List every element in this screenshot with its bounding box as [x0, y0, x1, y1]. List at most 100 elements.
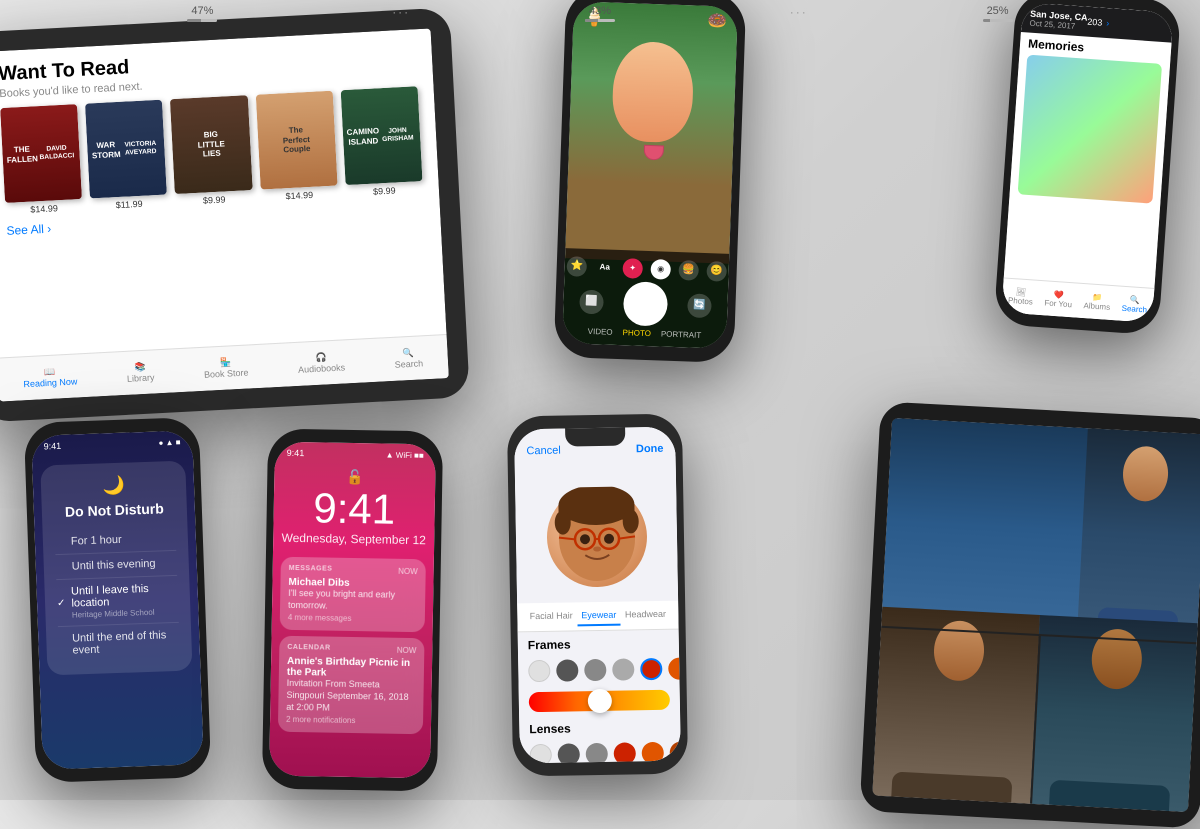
- frame-color-3[interactable]: [584, 659, 606, 681]
- mode-photo[interactable]: PHOTO: [622, 328, 651, 338]
- book-5[interactable]: CAMINOISLANDJOHN GRISHAM $9.99: [340, 86, 423, 198]
- memoji-lens-colors: [520, 738, 681, 764]
- camera-sticker-btn[interactable]: ⭐: [566, 256, 587, 277]
- books-nav-store[interactable]: 🏪Book Store: [203, 356, 249, 379]
- books-nav-library[interactable]: 📚Library: [126, 361, 155, 383]
- slider-thumb[interactable]: [587, 689, 611, 713]
- memoji-lenses-title: Lenses: [519, 716, 680, 741]
- photos-nav-photos[interactable]: 🖼Photos: [1008, 287, 1034, 307]
- camera-app: 🍦 🍩 ⭐ Aa ✦ ◉ 🍔 😊 ⬜ �: [562, 1, 738, 349]
- facetime-person3-bg: [1030, 615, 1198, 812]
- camera-flip-btn[interactable]: 🔄: [687, 293, 712, 318]
- memoji-screen: Cancel Done: [514, 427, 681, 764]
- iphone-photos-device: San Jose, CA Oct 25, 2017 203 › Memories…: [994, 0, 1182, 335]
- mode-portrait[interactable]: PORTRAIT: [661, 330, 702, 340]
- lens-color-6[interactable]: [670, 741, 681, 763]
- memoji-notch: [565, 428, 625, 447]
- memoji-tab-facial[interactable]: Facial Hair: [526, 606, 577, 627]
- facetime-screen: [872, 418, 1200, 812]
- photos-nav-albums[interactable]: 📁Albums: [1083, 292, 1111, 312]
- photos-nav-search[interactable]: 🔍Search: [1121, 295, 1148, 315]
- top-indicators: 47% ··· 43% ··· 25%: [0, 5, 1200, 22]
- facetime-person2-bg: [872, 607, 1040, 804]
- book-1[interactable]: THEFALLENDAVID BALDACCI $14.99: [0, 104, 83, 216]
- lens-color-5[interactable]: [642, 742, 664, 764]
- mode-video[interactable]: VIDEO: [588, 327, 613, 337]
- memoji-tab-eyewear[interactable]: Eyewear: [577, 606, 620, 627]
- books-nav-reading[interactable]: 📖Reading Now: [23, 365, 78, 389]
- pct-43: 43%: [585, 5, 615, 22]
- dnd-check-1: [55, 542, 71, 543]
- lens-color-2[interactable]: [558, 743, 580, 763]
- dnd-app: 9:41 ● ▲ ■ 🌙 Do Not Disturb For 1 hour U…: [31, 430, 204, 769]
- photos-nav-foryou[interactable]: ❤️For You: [1044, 289, 1073, 309]
- photos-memories-section: Memories: [1009, 32, 1171, 208]
- iphone-camera-device: 🍦 🍩 ⭐ Aa ✦ ◉ 🍔 😊 ⬜ �: [554, 0, 747, 363]
- ipad-facetime-device: [860, 401, 1200, 828]
- frame-color-6[interactable]: [668, 657, 681, 679]
- dnd-check-2: [56, 567, 72, 568]
- memoji-cancel-btn[interactable]: Cancel: [526, 445, 560, 458]
- books-nav-audiobooks[interactable]: 🎧Audiobooks: [297, 351, 345, 374]
- lock-notif-calendar[interactable]: CALENDAR NOW Annie's Birthday Picnic in …: [278, 636, 425, 735]
- dnd-check-3: ✓: [57, 597, 72, 608]
- dnd-moon-icon: 🌙: [53, 473, 175, 498]
- photos-screen: San Jose, CA Oct 25, 2017 203 › Memories…: [1001, 2, 1173, 323]
- lens-color-3[interactable]: [586, 743, 608, 764]
- memoji-tabs: Facial Hair Eyewear Headwear: [517, 601, 678, 633]
- iphone-lock-device: 9:41 ▲ WiFi ■■ 🔓 9:41 Wednesday, Septemb…: [262, 429, 443, 792]
- camera-screen: 🍦 🍩 ⭐ Aa ✦ ◉ 🍔 😊 ⬜ �: [562, 1, 738, 349]
- dnd-status-bar: 9:41 ● ▲ ■: [31, 430, 193, 458]
- memoji-done-btn[interactable]: Done: [636, 443, 664, 455]
- camera-effects-btn[interactable]: ✦: [622, 258, 643, 279]
- photos-app: San Jose, CA Oct 25, 2017 203 › Memories…: [1001, 2, 1173, 323]
- memoji-color-slider[interactable]: [529, 690, 670, 712]
- memoji-app: Cancel Done: [514, 427, 681, 764]
- books-grid: THEFALLENDAVID BALDACCI $14.99 WARSTORMV…: [0, 86, 423, 216]
- frame-color-2[interactable]: [556, 659, 578, 681]
- ipad-books-device: Want To Read Books you'd like to read ne…: [0, 7, 470, 422]
- frame-color-1[interactable]: [528, 660, 550, 682]
- dnd-option-location[interactable]: ✓ Until I leave this location Heritage M…: [56, 576, 179, 627]
- frame-color-4[interactable]: [612, 658, 634, 680]
- memories-preview-image[interactable]: [1018, 55, 1162, 204]
- camera-gallery-btn[interactable]: ⬜: [579, 290, 604, 315]
- memoji-avatar-area: [515, 471, 678, 604]
- memoji-frame-colors: [518, 654, 679, 687]
- camera-shutter-btn[interactable]: [623, 281, 669, 327]
- memoji-frames-title: Frames: [518, 630, 679, 657]
- photos-nav-bar: 🖼Photos ❤️For You 📁Albums 🔍Search: [1001, 277, 1154, 322]
- books-nav-bar: 📖Reading Now 📚Library 🏪Book Store 🎧Audio…: [0, 334, 449, 401]
- camera-text-btn[interactable]: Aa: [594, 257, 615, 278]
- lock-time-display: 9:41: [273, 487, 435, 532]
- lock-app: 9:41 ▲ WiFi ■■ 🔓 9:41 Wednesday, Septemb…: [269, 442, 436, 779]
- camera-food[interactable]: 🍔: [678, 260, 699, 281]
- lock-status-icons: ▲ WiFi ■■: [386, 450, 424, 460]
- iphone-memoji-device: Cancel Done: [507, 414, 688, 777]
- book-2[interactable]: WARSTORMVICTORIA AVEYARD $11.99: [85, 100, 168, 212]
- dnd-screen: 9:41 ● ▲ ■ 🌙 Do Not Disturb For 1 hour U…: [31, 430, 204, 769]
- lens-color-1[interactable]: [530, 744, 552, 764]
- lock-notifications: MESSAGES NOW Michael Dibs I'll see you b…: [278, 557, 426, 735]
- dnd-option-event[interactable]: Until the end of this event: [58, 623, 180, 663]
- camera-emoji[interactable]: 😊: [706, 261, 727, 282]
- facetime-app: [872, 418, 1200, 812]
- dots-2: ···: [790, 5, 808, 22]
- camera-top-icons: ⭐ Aa ✦ ◉ 🍔 😊: [566, 256, 727, 282]
- memoji-tab-headwear[interactable]: Headwear: [621, 605, 670, 626]
- dots-1: ···: [392, 5, 410, 22]
- book-4[interactable]: ThePerfectCouple $14.99: [255, 91, 338, 203]
- frame-color-5-selected[interactable]: [640, 658, 662, 680]
- lock-notif-messages[interactable]: MESSAGES NOW Michael Dibs I'll see you b…: [280, 557, 426, 633]
- camera-shapemaker[interactable]: ◉: [650, 259, 671, 280]
- camera-controls-bar: ⭐ Aa ✦ ◉ 🍔 😊 ⬜ 🔄 VIDEO PHOTO PORTRAIT: [562, 248, 729, 349]
- camera-viewfinder: 🍦 🍩: [565, 1, 738, 263]
- lock-date-display: Wednesday, September 12: [273, 531, 434, 548]
- books-nav-search[interactable]: 🔍Search: [394, 347, 424, 369]
- dnd-status-icons: ● ▲ ■: [158, 437, 180, 447]
- lens-color-4[interactable]: [614, 742, 636, 763]
- dnd-card: 🌙 Do Not Disturb For 1 hour Until this e…: [40, 461, 192, 676]
- iphone-dnd-device: 9:41 ● ▲ ■ 🌙 Do Not Disturb For 1 hour U…: [24, 417, 211, 783]
- pct-47: 47%: [187, 5, 217, 22]
- book-3[interactable]: BIGLITTLELIES $9.99: [170, 95, 253, 207]
